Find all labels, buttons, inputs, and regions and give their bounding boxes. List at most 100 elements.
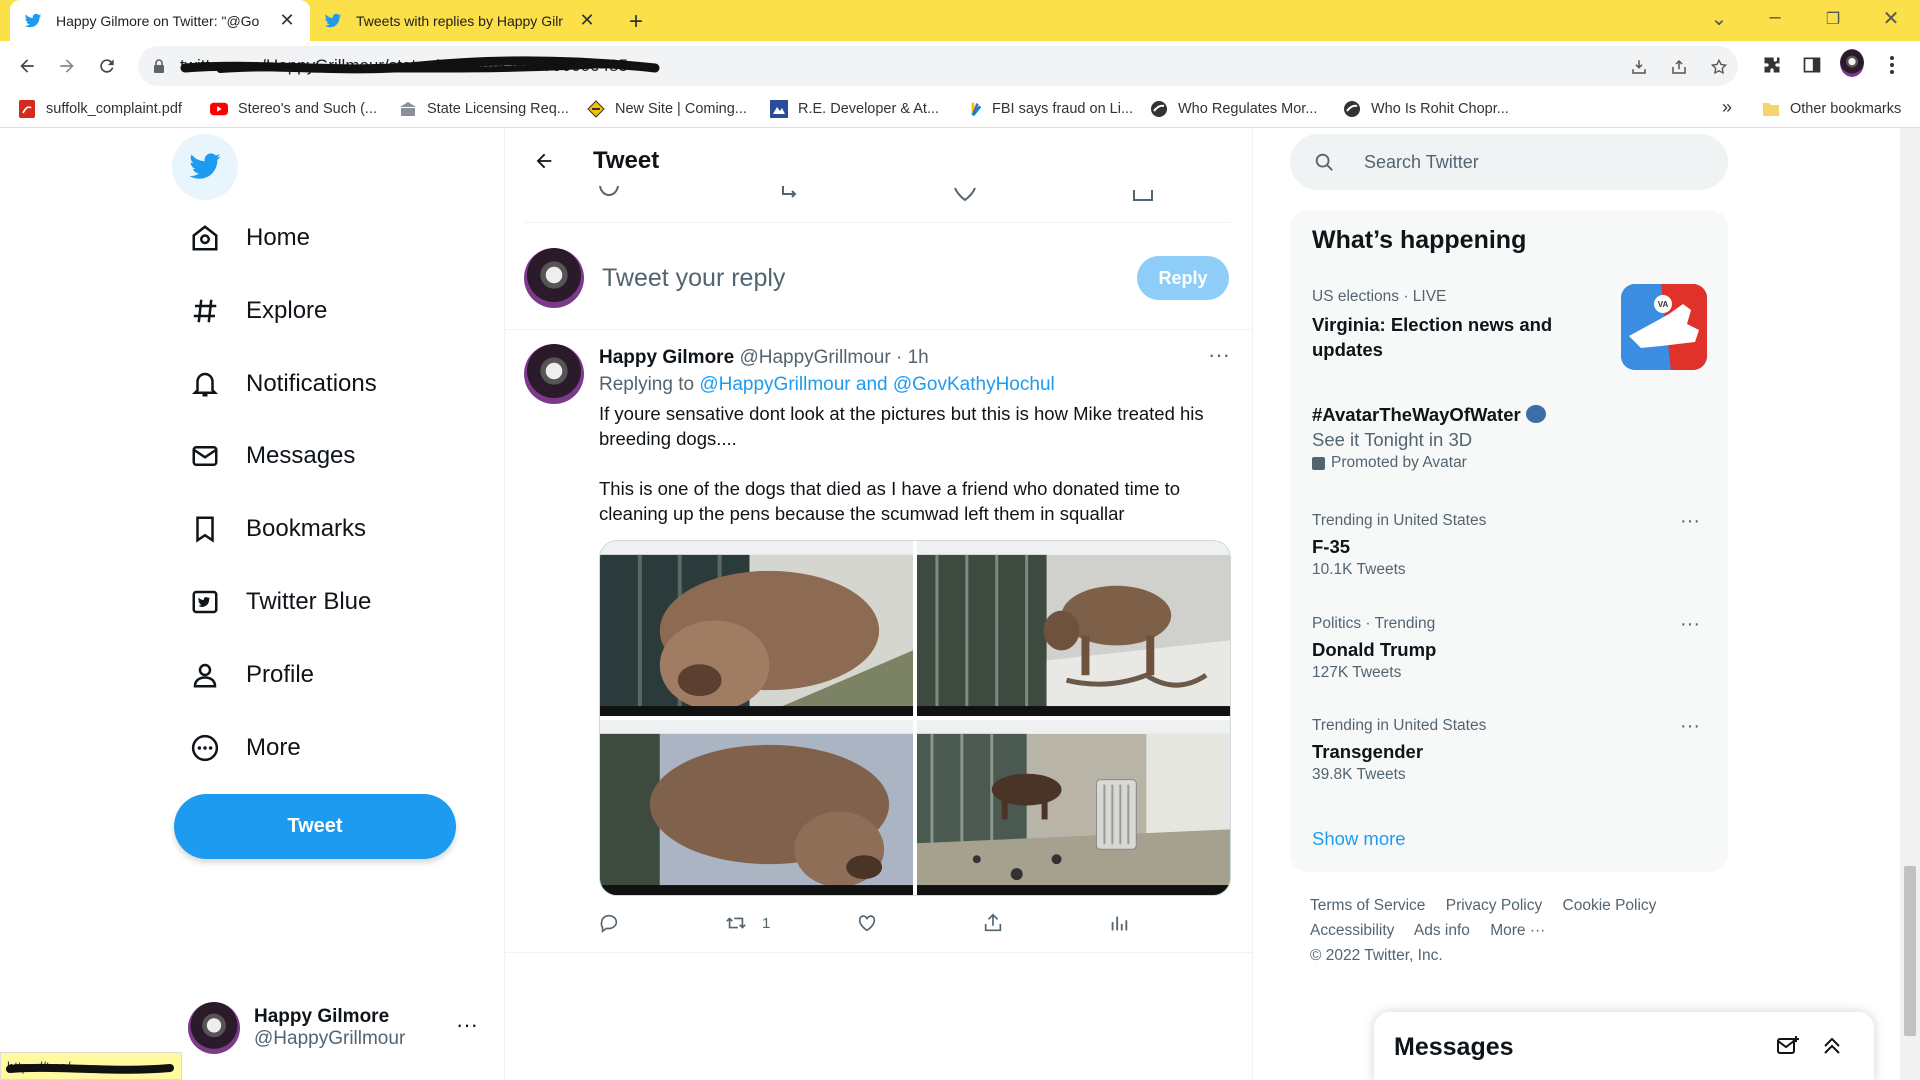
- trend-more-icon[interactable]: ···: [1680, 715, 1700, 738]
- tweet-more-icon[interactable]: ···: [1208, 342, 1230, 368]
- bookmark-item[interactable]: Who Is Rohit Chopr...: [1343, 100, 1509, 118]
- address-bar[interactable]: twitter.com/HappyGrillmour/status/160248…: [138, 46, 1738, 86]
- nav-notifications[interactable]: Notifications: [188, 356, 377, 412]
- extensions-puzzle-icon[interactable]: [1760, 53, 1784, 77]
- tab-close-icon[interactable]: ✕: [278, 10, 296, 31]
- account-more-icon[interactable]: ···: [456, 1012, 478, 1038]
- footer-link[interactable]: Accessibility: [1310, 922, 1394, 939]
- author-handle[interactable]: @HappyGrillmour: [739, 347, 890, 368]
- search-icon: [1312, 150, 1336, 174]
- minimize-icon[interactable]: –: [1760, 6, 1790, 29]
- bookmarks-overflow-button[interactable]: »: [1722, 97, 1732, 118]
- install-icon[interactable]: [1628, 56, 1650, 78]
- tweet-media-grid[interactable]: [599, 540, 1231, 896]
- trend-more-icon[interactable]: ···: [1680, 510, 1700, 533]
- divider: [525, 222, 1230, 223]
- share-icon[interactable]: [1668, 56, 1690, 78]
- footer-link[interactable]: Ads info: [1414, 922, 1470, 939]
- home-icon: [188, 221, 222, 255]
- trend-more-icon[interactable]: ···: [1680, 613, 1700, 636]
- lock-icon: [154, 59, 164, 73]
- chrome-menu-icon[interactable]: [1880, 53, 1904, 77]
- bookmark-item[interactable]: Stereo's and Such (...: [210, 100, 377, 118]
- search-input[interactable]: Search Twitter: [1290, 134, 1728, 190]
- account-name: Happy Gilmore: [254, 1006, 390, 1027]
- tab-search-icon[interactable]: ⌄: [1704, 6, 1734, 31]
- other-bookmarks-folder[interactable]: Other bookmarks: [1762, 100, 1901, 118]
- nav-messages[interactable]: Messages: [188, 428, 355, 484]
- new-message-icon[interactable]: [1774, 1032, 1802, 1060]
- reply-icon[interactable]: [597, 186, 621, 204]
- reply-input[interactable]: Tweet your reply: [602, 264, 785, 293]
- photo-dog-4[interactable]: [917, 720, 1230, 895]
- new-tab-button[interactable]: +: [624, 8, 648, 36]
- avatar: [188, 1002, 240, 1054]
- twitter-logo-icon[interactable]: [172, 134, 238, 200]
- nav-explore[interactable]: Explore: [188, 283, 327, 339]
- bookmark-item[interactable]: Who Regulates Mor...: [1150, 100, 1317, 118]
- author-name[interactable]: Happy Gilmore: [599, 347, 734, 368]
- trend-item-promoted[interactable]: #AvatarTheWayOfWater See it Tonight in 3…: [1312, 402, 1712, 472]
- scrollbar-thumb[interactable]: [1904, 866, 1916, 1036]
- photo-dog-1[interactable]: [600, 541, 913, 716]
- building-icon: [399, 100, 417, 118]
- avatar[interactable]: [524, 344, 584, 404]
- restore-icon[interactable]: ❐: [1818, 9, 1848, 29]
- reply-button[interactable]: Reply: [1137, 256, 1229, 300]
- bookmark-item[interactable]: New Site | Coming...: [587, 100, 747, 118]
- star-bookmark-icon[interactable]: [1708, 56, 1730, 78]
- photo-dog-3[interactable]: [600, 720, 913, 895]
- like-icon[interactable]: [953, 186, 977, 204]
- divider: [505, 952, 1252, 953]
- footer-link[interactable]: Terms of Service: [1310, 897, 1425, 914]
- nav-home[interactable]: Home: [188, 210, 310, 266]
- footer-more-link[interactable]: More ···: [1490, 922, 1545, 939]
- nav-bookmarks[interactable]: Bookmarks: [188, 501, 366, 557]
- footer-link[interactable]: Privacy Policy: [1446, 897, 1542, 914]
- nav-more[interactable]: More: [188, 720, 301, 776]
- share-icon[interactable]: [1131, 186, 1155, 204]
- share-icon[interactable]: [982, 912, 1004, 934]
- tweet-time[interactable]: · 1h: [896, 347, 929, 368]
- tab-close-icon[interactable]: ✕: [578, 10, 596, 31]
- like-icon[interactable]: [856, 912, 878, 934]
- footer-link[interactable]: Cookie Policy: [1563, 897, 1657, 914]
- trend-thumbnail-virginia-map[interactable]: VA: [1621, 284, 1707, 370]
- bookmark-item[interactable]: FBI says fraud on Li...: [964, 100, 1133, 118]
- tab-tweets-with-replies[interactable]: Tweets with replies by Happy Gilr ✕: [310, 0, 610, 41]
- tweet-compose-button[interactable]: Tweet: [174, 794, 456, 859]
- reload-icon[interactable]: [94, 53, 120, 79]
- reply-composer[interactable]: Tweet your reply: [524, 246, 1234, 310]
- photo-dog-2[interactable]: [917, 541, 1230, 716]
- retweet-icon[interactable]: [779, 186, 803, 204]
- account-switcher[interactable]: Happy Gilmore @HappyGrillmour ···: [188, 998, 478, 1058]
- trend-item[interactable]: Trending in United States F-35 10.1K Twe…: [1312, 510, 1712, 579]
- back-arrow-icon[interactable]: [527, 144, 561, 178]
- nav-twitter-blue[interactable]: Twitter Blue: [188, 574, 371, 630]
- profile-avatar-icon[interactable]: [1840, 49, 1864, 77]
- retweet-button[interactable]: 1: [724, 912, 770, 934]
- tab-happy-gilmore-tweet[interactable]: Happy Gilmore on Twitter: "@Go ✕: [10, 0, 310, 41]
- divider: [505, 329, 1252, 330]
- back-arrow-icon[interactable]: [14, 53, 40, 79]
- twitter-favicon-icon: [324, 12, 342, 30]
- replying-to-links[interactable]: @HappyGrillmour and @GovKathyHochul: [699, 374, 1054, 395]
- trend-item[interactable]: Trending in United States Transgender 39…: [1312, 715, 1712, 784]
- nav-profile[interactable]: Profile: [188, 647, 314, 703]
- bookmark-item[interactable]: State Licensing Req...: [399, 100, 569, 118]
- messages-drawer[interactable]: Messages: [1374, 1012, 1874, 1080]
- close-window-icon[interactable]: ✕: [1876, 6, 1906, 31]
- forward-arrow-icon[interactable]: [54, 53, 80, 79]
- expand-chevron-icon[interactable]: [1818, 1032, 1846, 1060]
- show-more-link[interactable]: Show more: [1312, 828, 1406, 850]
- reply-icon[interactable]: [598, 912, 620, 934]
- bookmark-item[interactable]: R.E. Developer & At...: [770, 100, 939, 118]
- more-circle-icon: [188, 731, 222, 765]
- trend-item[interactable]: Politics · Trending Donald Trump 127K Tw…: [1312, 613, 1712, 682]
- side-panel-icon[interactable]: [1800, 53, 1824, 77]
- analytics-icon[interactable]: [1108, 912, 1130, 934]
- bookmark-item[interactable]: suffolk_complaint.pdf: [18, 100, 182, 118]
- browser-toolbar: twitter.com/HappyGrillmour/status/160248…: [0, 41, 1920, 91]
- globe-logo-icon: [1150, 100, 1168, 118]
- retweet-icon: [726, 917, 746, 929]
